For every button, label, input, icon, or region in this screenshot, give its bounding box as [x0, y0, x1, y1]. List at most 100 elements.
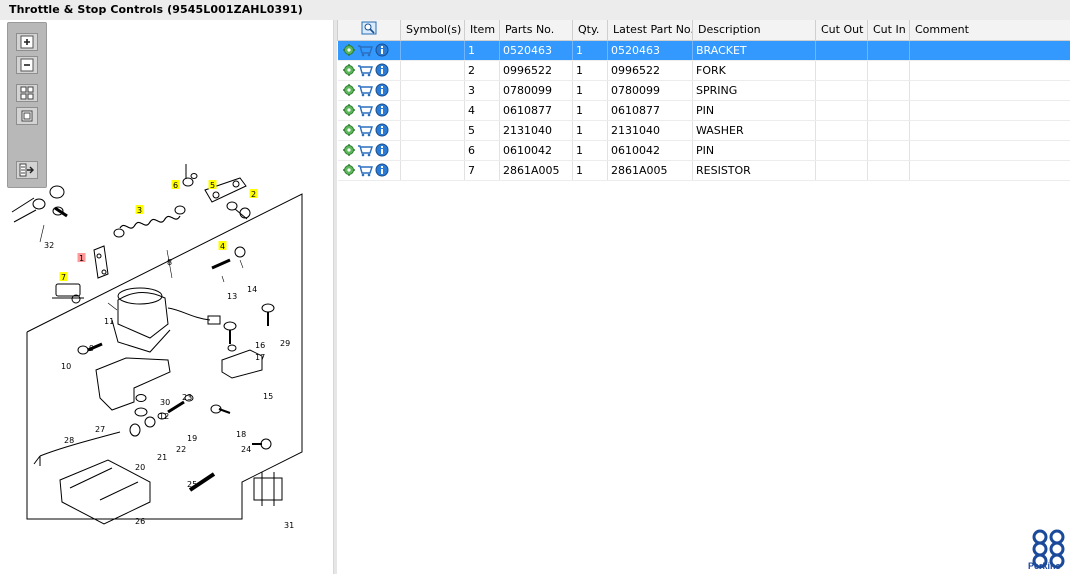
callout-15[interactable]: 15 [263, 392, 273, 401]
callout-6[interactable]: 6 [171, 180, 180, 190]
callout-26[interactable]: 26 [135, 517, 145, 526]
comment-cell [909, 160, 1070, 181]
cart-icon[interactable] [357, 64, 373, 77]
symbols-cell [400, 60, 465, 81]
column-header-icons[interactable] [337, 20, 401, 41]
callout-7[interactable]: 7 [59, 272, 68, 282]
latest-part-no-cell: 0610042 [607, 140, 693, 161]
callout-27[interactable]: 27 [95, 425, 105, 434]
settings-icon[interactable] [342, 124, 355, 136]
column-header-comment[interactable]: Comment [909, 20, 1070, 41]
callout-5[interactable]: 5 [208, 180, 217, 190]
actual-size-button[interactable] [16, 107, 38, 125]
callout-10[interactable]: 10 [61, 362, 71, 371]
callout-14[interactable]: 14 [247, 285, 257, 294]
callout-31[interactable]: 31 [284, 521, 294, 530]
settings-icon[interactable] [342, 144, 355, 156]
show-list-button[interactable] [16, 161, 38, 179]
column-header-qty[interactable]: Qty. [572, 20, 608, 41]
column-header-item[interactable]: Item [464, 20, 500, 41]
callout-9[interactable]: 9 [89, 344, 94, 353]
callout-12[interactable]: 12 [159, 412, 169, 421]
callout-11[interactable]: 11 [104, 317, 114, 326]
cart-icon[interactable] [357, 144, 373, 157]
callout-22[interactable]: 22 [176, 445, 186, 454]
callout-8[interactable]: 8 [167, 258, 172, 267]
column-header-cut-out[interactable]: Cut Out [815, 20, 868, 41]
table-row[interactable]: 2 0996522 1 0996522 FORK [337, 60, 1070, 81]
zoom-in-button[interactable] [16, 33, 38, 51]
column-header-cut-in[interactable]: Cut In [867, 20, 910, 41]
settings-icon[interactable] [342, 104, 355, 116]
callout-28[interactable]: 28 [64, 436, 74, 445]
fit-page-button[interactable] [16, 84, 38, 102]
callout-25[interactable]: 25 [187, 480, 197, 489]
callout-label: 9 [89, 344, 94, 353]
callout-19[interactable]: 19 [187, 434, 197, 443]
table-row[interactable]: 7 2861A005 1 2861A005 RESISTOR [337, 160, 1070, 181]
column-header-parts-no[interactable]: Parts No. [499, 20, 573, 41]
table-row[interactable]: 6 0610042 1 0610042 PIN [337, 140, 1070, 161]
cart-icon[interactable] [357, 44, 373, 57]
settings-icon[interactable] [342, 64, 355, 76]
callout-13[interactable]: 13 [227, 292, 237, 301]
callout-2[interactable]: 2 [249, 189, 258, 199]
info-icon[interactable] [375, 163, 389, 177]
column-header-latest-part-no[interactable]: Latest Part No. [607, 20, 693, 41]
cut-in-cell [867, 60, 910, 81]
part-no-cell: 2861A005 [499, 160, 573, 181]
cart-icon[interactable] [357, 84, 373, 97]
column-header-description[interactable]: Description [692, 20, 816, 41]
callout-16[interactable]: 16 [255, 341, 265, 350]
cart-icon[interactable] [357, 164, 373, 177]
part-no-cell: 0610877 [499, 100, 573, 121]
settings-icon[interactable] [342, 44, 355, 56]
callout-29[interactable]: 29 [280, 339, 290, 348]
exploded-diagram[interactable]: 327136 5248141311291617910152330121927182… [0, 20, 333, 574]
comment-cell [909, 140, 1070, 161]
callout-20[interactable]: 20 [135, 463, 145, 472]
table-row[interactable]: 4 0610877 1 0610877 PIN [337, 100, 1070, 121]
info-icon[interactable] [375, 123, 389, 137]
brand-name: Perkins [1028, 561, 1061, 571]
diagram-pane[interactable]: 32 7 1 3 6 5 2 4 8 14 13 11 29 16 17 9 10 15 23 30 12 19 27 18 2… [0, 20, 333, 574]
row-actions [337, 80, 401, 101]
callout-21[interactable]: 21 [157, 453, 167, 462]
item-cell: 6 [464, 140, 500, 161]
callout-label: 29 [280, 339, 290, 348]
callout-label: 15 [263, 392, 273, 401]
callout-17[interactable]: 17 [255, 353, 265, 362]
row-actions [337, 160, 401, 181]
description-cell: PIN [692, 140, 816, 161]
table-row[interactable]: 1 0520463 1 0520463 BRACKET [337, 40, 1070, 61]
callout-label: 25 [187, 480, 197, 489]
info-icon[interactable] [375, 63, 389, 77]
callout-1[interactable]: 1 [77, 253, 86, 263]
callout-23[interactable]: 23 [182, 393, 192, 402]
cart-icon[interactable] [357, 104, 373, 117]
settings-icon[interactable] [342, 84, 355, 96]
callout-4[interactable]: 4 [218, 241, 227, 251]
callout-label: 22 [176, 445, 186, 454]
info-icon[interactable] [375, 103, 389, 117]
callout-30[interactable]: 30 [160, 398, 170, 407]
info-icon[interactable] [375, 43, 389, 57]
comment-cell [909, 80, 1070, 101]
table-row[interactable]: 5 2131040 1 2131040 WASHER [337, 120, 1070, 141]
callout-24[interactable]: 24 [241, 445, 251, 454]
latest-part-no-cell: 0780099 [607, 80, 693, 101]
latest-part-no-cell: 0610877 [607, 100, 693, 121]
callout-label: 2 [251, 190, 256, 199]
table-row[interactable]: 3 0780099 1 0780099 SPRING [337, 80, 1070, 101]
callout-18[interactable]: 18 [236, 430, 246, 439]
info-icon[interactable] [375, 83, 389, 97]
cart-icon[interactable] [357, 124, 373, 137]
callout-label: 6 [173, 181, 178, 190]
callout-label: 3 [137, 206, 142, 215]
zoom-out-button[interactable] [16, 56, 38, 74]
callout-32[interactable]: 32 [44, 241, 54, 250]
column-header-symbols[interactable]: Symbol(s) [400, 20, 465, 41]
info-icon[interactable] [375, 143, 389, 157]
settings-icon[interactable] [342, 164, 355, 176]
callout-3[interactable]: 3 [135, 205, 144, 215]
